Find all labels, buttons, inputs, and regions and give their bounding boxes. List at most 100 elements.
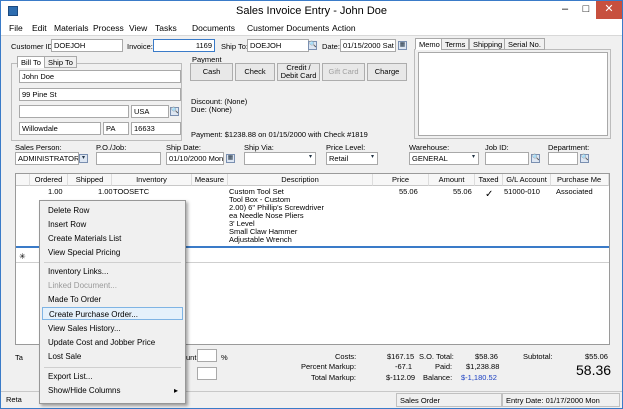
cash-button[interactable]: Cash [190,63,233,81]
row-price[interactable]: 55.06 [399,187,418,196]
col-header-gl-account[interactable]: G/L Account [503,174,551,186]
menu-item-create-purchase-order[interactable]: Create Purchase Order... [42,307,183,320]
col-header-description[interactable]: Description [228,174,373,186]
invoice-field[interactable]: 1169 [153,39,215,52]
menu-item-made-to-order[interactable]: Made To Order [42,293,183,306]
job-id-field[interactable] [485,152,529,165]
subtotal-value: $55.06 [585,352,608,361]
tab-ship-to[interactable]: Ship To [44,56,77,68]
tab-terms[interactable]: Terms [441,38,470,50]
status-middle: Sales Order [396,393,502,407]
address-line3-field[interactable] [19,105,129,118]
row-gl-account[interactable]: 51000-010 [504,187,540,196]
row-ordered[interactable]: 1.00 [48,187,63,196]
ship-date-calendar-icon[interactable]: ▦ [226,154,235,163]
tab-serial-no[interactable]: Serial No. [504,38,545,50]
menu-item-inventory-links[interactable]: Inventory Links... [42,265,183,278]
menu-item-insert-row[interactable]: Insert Row [42,218,183,231]
discount-second-field[interactable] [197,367,217,380]
warehouse-chevron-down-icon[interactable]: ▾ [469,154,478,163]
menu-item-update-cost-jobber-price[interactable]: Update Cost and Jobber Price [42,336,183,349]
date-label: Date: [322,42,340,51]
customer-id-field[interactable]: DOEJOH [51,39,123,52]
date-field[interactable]: 01/15/2000 Sat [340,39,396,52]
minimize-button[interactable]: – [554,1,576,19]
percent-markup-label: Percent Markup: [301,362,357,371]
menu-edit[interactable]: Edit [32,23,47,33]
ship-to-field[interactable]: DOEJOH [247,39,309,52]
address-zip-field[interactable]: 16633 [131,122,181,135]
col-header-shipped[interactable]: Shipped [68,174,112,186]
menu-materials[interactable]: Materials [54,23,88,33]
menu-tasks[interactable]: Tasks [155,23,177,33]
menu-item-export-list[interactable]: Export List... [42,370,183,383]
ship-via-chevron-down-icon[interactable]: ▾ [306,154,315,163]
menu-separator [44,367,181,368]
job-id-label: Job ID: [485,143,509,152]
costs-value: $167.15 [387,352,415,361]
col-header-price[interactable]: Price [373,174,429,186]
row-description-line-7: Adjustable Wrench [229,235,292,244]
menu-action[interactable]: Action [332,23,356,33]
submenu-arrow-icon: ▸ [174,386,179,395]
new-row-marker: ✳ [19,252,26,261]
menu-item-show-hide-columns[interactable]: Show/Hide Columns [42,384,183,397]
ship-date-field[interactable]: 01/10/2000 Mon [166,152,224,165]
country-lookup-icon[interactable]: 🔍 [170,107,179,116]
menu-documents[interactable]: Documents [192,23,235,33]
tab-memo[interactable]: Memo [415,38,444,50]
address-country-field[interactable]: USA [131,105,169,118]
price-level-label: Price Level: [326,143,366,152]
menu-item-delete-row[interactable]: Delete Row [42,204,183,217]
total-markup-label: Total Markup: [311,373,357,382]
ship-to-lookup-icon[interactable]: 🔍 [308,41,317,50]
row-shipped[interactable]: 1.00 [98,187,113,196]
address-name-field[interactable]: John Doe [19,70,181,83]
menu-item-view-special-pricing[interactable]: View Special Pricing [42,246,183,259]
department-field[interactable] [548,152,578,165]
job-id-lookup-icon[interactable]: 🔍 [531,154,540,163]
row-purchase-method[interactable]: Associated [556,187,593,196]
address-city-field[interactable]: Willowdale [19,122,101,135]
discount-amount-field[interactable] [197,349,217,362]
po-job-field[interactable] [96,152,161,165]
menu-item-view-sales-history[interactable]: View Sales History... [42,322,183,335]
price-level-chevron-down-icon[interactable]: ▾ [368,154,377,163]
row-inventory[interactable]: TOOSETC [113,187,149,196]
col-header-taxed[interactable]: Taxed [475,174,503,186]
col-header-measure[interactable]: Measure [192,174,228,186]
percent-markup-value: -67.1 [395,362,413,371]
sales-person-dropdown-icon[interactable]: ▾ [79,154,88,163]
department-lookup-icon[interactable]: 🔍 [580,154,589,163]
menu-file[interactable]: File [9,23,23,33]
calendar-icon[interactable]: ▦ [398,41,407,50]
menu-view[interactable]: View [129,23,147,33]
check-button[interactable]: Check [235,63,275,81]
close-button[interactable]: ✕ [596,1,622,19]
sales-person-field[interactable]: ADMINISTRATOR [15,152,79,165]
percent-symbol: % [221,353,228,362]
charge-button[interactable]: Charge [367,63,407,81]
status-left: Reta [6,395,22,404]
total-markup-value: $-112.09 [386,373,416,382]
col-header-inventory[interactable]: Inventory [112,174,192,186]
address-street-field[interactable]: 99 Pine St [19,88,181,101]
row-taxed-check-icon[interactable]: ✓ [485,189,493,200]
so-total-value: $58.36 [475,352,498,361]
menu-process[interactable]: Process [93,23,124,33]
address-state-field[interactable]: PA [103,122,129,135]
menu-item-lost-sale[interactable]: Lost Sale [42,350,183,363]
tab-bill-to[interactable]: Bill To [17,56,45,68]
window-title: Sales Invoice Entry - John Doe [235,5,388,17]
credit-debit-card-button[interactable]: Credit / Debit Card [277,63,320,81]
col-header-purchase-method[interactable]: Purchase Me [551,174,609,186]
col-header-amount[interactable]: Amount [429,174,475,186]
row-amount[interactable]: 55.06 [453,187,472,196]
memo-textarea[interactable] [418,52,608,136]
costs-label: Costs: [335,352,357,361]
tab-shipping[interactable]: Shipping [469,38,507,50]
col-header-ordered[interactable]: Ordered [30,174,68,186]
maximize-button[interactable]: □ [576,1,596,19]
menu-customer-documents[interactable]: Customer Documents [247,23,329,33]
menu-item-create-materials-list[interactable]: Create Materials List [42,232,183,245]
